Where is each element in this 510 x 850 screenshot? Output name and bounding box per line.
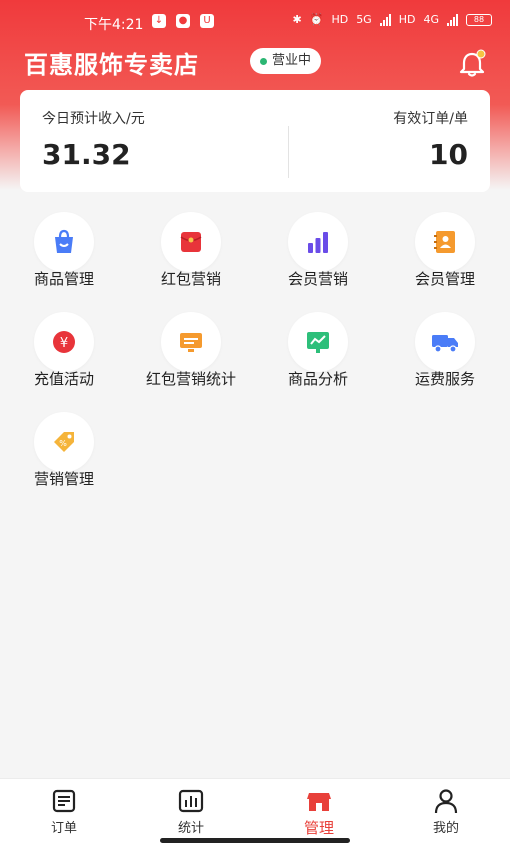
tab-label: 统计 (177, 821, 204, 836)
truck-icon (415, 312, 475, 372)
menu-item-member-marketing[interactable]: 会员营销 (254, 205, 382, 295)
menu-item-label: 会员管理 (414, 270, 475, 288)
trend-board-icon (288, 312, 348, 372)
summary-divider (288, 126, 289, 178)
bar-chart-icon (288, 212, 348, 272)
tab-label: 订单 (50, 821, 77, 836)
tab-profile[interactable]: 我的 (406, 787, 486, 836)
menu-item-recharge-activity[interactable]: ¥ 充值活动 (0, 305, 128, 395)
monitor-stats-icon (161, 312, 221, 372)
tab-label: 管理 (303, 819, 334, 837)
orders-label: 有效订单/单 (393, 111, 468, 127)
tab-orders[interactable]: 订单 (24, 787, 104, 836)
menu-item-label: 会员营销 (287, 270, 348, 288)
battery-icon: 88 (466, 13, 492, 26)
hd-badge-2: HD (398, 13, 416, 26)
svg-text:%: % (59, 439, 67, 448)
app-notification-icon: ● (176, 14, 190, 28)
menu-item-red-envelope-stats[interactable]: 红包营销统计 (127, 305, 255, 395)
tab-management[interactable]: 管理 (279, 787, 359, 838)
menu-item-label: 红包营销统计 (145, 370, 236, 388)
member-card-icon (415, 212, 475, 272)
store-name: 百惠服饰专卖店 (24, 51, 199, 79)
order-list-icon (52, 789, 76, 813)
user-icon (434, 789, 458, 814)
menu-item-label: 红包营销 (160, 270, 221, 288)
menu-item-label: 商品管理 (33, 270, 94, 288)
shop-icon (307, 793, 331, 811)
home-indicator[interactable] (160, 838, 350, 843)
menu-item-product-analysis[interactable]: 商品分析 (254, 305, 382, 395)
menu-item-red-envelope[interactable]: 红包营销 (127, 205, 255, 295)
hd-badge-1: HD (331, 13, 349, 26)
status-badge[interactable]: 营业中 (250, 48, 322, 74)
signal-icon-2 (447, 13, 458, 26)
menu-item-label: 运费服务 (414, 370, 475, 388)
yuan-coin-icon: ¥ (34, 312, 94, 372)
bluetooth-icon: ✱ (292, 13, 302, 26)
summary-card: 今日预计收入/元 31.32 有效订单/单 10 (20, 90, 490, 192)
tab-label: 我的 (432, 821, 459, 836)
menu-item-member-management[interactable]: 会员管理 (381, 205, 509, 295)
status-bar: 下午4:21 ↓ ● U ✱ ⏰ HD 5G HD 4G 88 (0, 0, 510, 44)
menu-item-label: 充值活动 (33, 370, 94, 388)
bell-icon[interactable] (456, 48, 488, 80)
menu-item-marketing-management[interactable]: % 营销管理 (0, 405, 128, 495)
status-time: 下午4:21 (84, 17, 144, 33)
network-label-1: 5G (356, 13, 372, 26)
network-label-2: 4G (423, 13, 439, 26)
orders-value: 10 (429, 138, 468, 171)
signal-icon (379, 13, 391, 26)
income-label: 今日预计收入/元 (42, 111, 145, 127)
menu-item-product-management[interactable]: 商品管理 (0, 205, 128, 295)
tab-statistics[interactable]: 统计 (151, 787, 231, 836)
svg-text:¥: ¥ (60, 336, 68, 351)
menu-item-label: 营销管理 (33, 470, 94, 488)
statistics-icon (178, 789, 204, 813)
menu-item-label: 商品分析 (287, 370, 348, 388)
red-envelope-icon (161, 212, 221, 272)
download-icon: ↓ (152, 14, 166, 28)
price-tag-icon: % (34, 412, 94, 472)
shield-icon: U (200, 14, 214, 28)
menu-item-shipping-service[interactable]: 运费服务 (381, 305, 509, 395)
alarm-icon: ⏰ (309, 13, 324, 26)
status-indicators: ✱ ⏰ HD 5G HD 4G 88 (293, 13, 492, 26)
shopping-bag-icon (34, 212, 94, 272)
income-value: 31.32 (42, 138, 131, 171)
